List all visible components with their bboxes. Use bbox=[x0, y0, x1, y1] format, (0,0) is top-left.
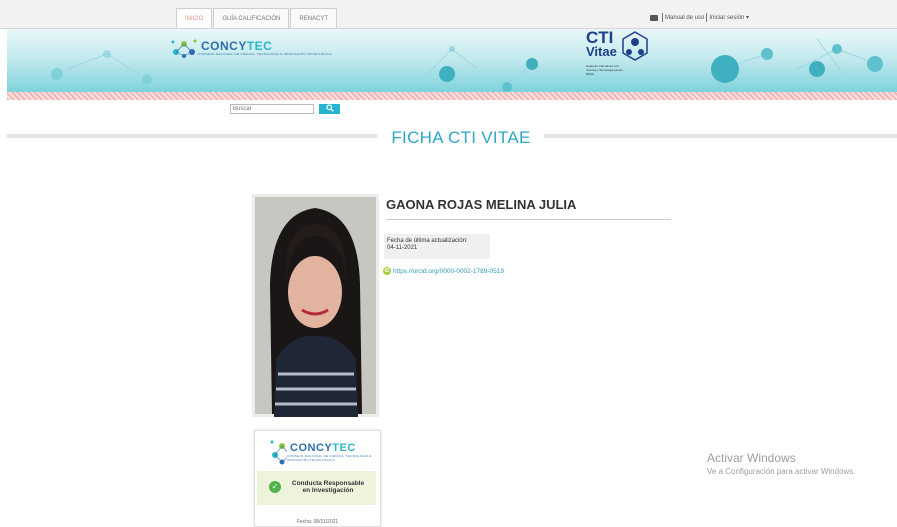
badge-concytec-logo: CONCYTEC CONSEJO NACIONAL DE CIENCIA, TE… bbox=[269, 437, 380, 467]
tab-renacyt[interactable]: RENACYT bbox=[290, 8, 337, 28]
orcid-link-row: iD https://orcid.org/0000-0002-1789-0519 bbox=[383, 267, 504, 275]
watermark-title: Activar Windows bbox=[707, 451, 856, 465]
tab-inicio[interactable]: INICIO bbox=[176, 8, 212, 28]
last-updated-label: Fecha de última actualización: bbox=[387, 238, 490, 245]
title-divider-right bbox=[544, 134, 897, 138]
user-menu: Manual de uso Iniciar sesión ▾ bbox=[650, 13, 749, 22]
conduct-line-2: en Investigación bbox=[283, 487, 373, 494]
title-divider-left bbox=[7, 134, 377, 138]
login-link[interactable]: Iniciar sesión ▾ bbox=[709, 14, 749, 21]
conduct-responsable-box: ✓ Conducta Responsable en Investigación bbox=[257, 471, 376, 505]
profile-photo bbox=[252, 194, 379, 417]
cti-vitae-logo[interactable]: CTI Vitae Hojas de vida afines a la Cien… bbox=[586, 30, 653, 76]
last-updated-date: 04-11-2021 bbox=[387, 245, 490, 252]
search-button[interactable] bbox=[319, 104, 340, 114]
top-nav-bar: INICIO GUÍA CALIFICACIÓN RENACYT Manual … bbox=[0, 0, 897, 29]
windows-activation-watermark: Activar Windows Ve a Configuración para … bbox=[707, 451, 856, 476]
conduct-text: Conducta Responsable en Investigación bbox=[283, 480, 373, 494]
search-bar bbox=[230, 104, 340, 114]
last-updated-box: Fecha de última actualización: 04-11-202… bbox=[384, 234, 490, 259]
profile-photo-image bbox=[252, 194, 379, 417]
concytec-name: CONCYTEC bbox=[201, 40, 332, 52]
concytec-molecule-icon bbox=[170, 36, 198, 60]
tab-guia-calificacion[interactable]: GUÍA CALIFICACIÓN bbox=[213, 8, 289, 28]
badge-logo-subtitle: CONSEJO NACIONAL DE CIENCIA, TECNOLOGÍA … bbox=[287, 454, 380, 462]
vitae-vitae-text: Vitae bbox=[586, 46, 617, 58]
concytec-logo[interactable]: CONCYTEC CONSEJO NACIONAL DE CIENCIA, TE… bbox=[170, 36, 332, 60]
researcher-name: GAONA ROJAS MELINA JULIA bbox=[386, 197, 576, 212]
book-icon bbox=[650, 15, 658, 21]
vitae-subtitle: Hojas de vida afines a la Ciencia y Tecn… bbox=[586, 64, 626, 76]
watermark-subtitle: Ve a Configuración para activar Windows. bbox=[707, 467, 856, 476]
concytec-name-part1: CONCY bbox=[201, 39, 247, 53]
concytec-subtitle: CONSEJO NACIONAL DE CIENCIA, TECNOLOGÍA … bbox=[198, 52, 332, 56]
concytec-name-part2: TEC bbox=[247, 39, 273, 53]
divider bbox=[706, 13, 707, 22]
header-banner bbox=[7, 29, 897, 92]
concytec-molecule-icon bbox=[269, 437, 287, 467]
molecule-decoration bbox=[7, 29, 897, 92]
conduct-line-1: Conducta Responsable bbox=[283, 480, 373, 487]
badge-logo-part1: CONCY bbox=[290, 442, 332, 454]
divider bbox=[662, 13, 663, 22]
badge-date: Fecha: 08/11/2021 bbox=[255, 519, 380, 525]
decorative-stripe bbox=[7, 92, 897, 100]
name-divider bbox=[386, 219, 671, 220]
orcid-icon: iD bbox=[383, 267, 391, 275]
nav-tabs: INICIO GUÍA CALIFICACIÓN RENACYT bbox=[176, 8, 338, 28]
vitae-people-icon bbox=[617, 30, 653, 64]
page-title: FICHA CTI VITAE bbox=[382, 128, 540, 148]
check-icon: ✓ bbox=[269, 481, 281, 493]
search-input[interactable] bbox=[230, 104, 314, 114]
manual-link[interactable]: Manual de uso bbox=[665, 15, 704, 21]
badge-logo-part2: TEC bbox=[332, 442, 356, 454]
search-icon bbox=[326, 104, 334, 112]
orcid-link[interactable]: https://orcid.org/0000-0002-1789-0519 bbox=[393, 268, 504, 275]
conduct-badge-card: CONCYTEC CONSEJO NACIONAL DE CIENCIA, TE… bbox=[254, 430, 381, 527]
badge-logo-name: CONCYTEC bbox=[290, 442, 380, 454]
